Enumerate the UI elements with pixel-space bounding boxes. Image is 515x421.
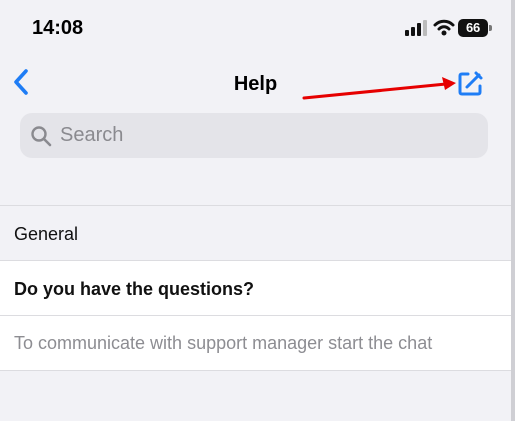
search-icon bbox=[30, 125, 52, 147]
section-header-general: General bbox=[0, 206, 511, 260]
navigation-bar: Help bbox=[0, 52, 511, 110]
list-bottom-divider bbox=[0, 370, 511, 371]
list-item-description: To communicate with support manager star… bbox=[14, 333, 433, 353]
battery-body: 66 bbox=[458, 19, 488, 37]
list-item-support-chat[interactable]: To communicate with support manager star… bbox=[0, 316, 511, 370]
battery-icon: 66 bbox=[458, 18, 494, 38]
search-input[interactable] bbox=[60, 115, 488, 156]
help-list: General Do you have the questions? To co… bbox=[0, 205, 511, 371]
battery-percentage: 66 bbox=[465, 20, 481, 35]
list-item-questions[interactable]: Do you have the questions? bbox=[0, 261, 511, 315]
page-title: Help bbox=[233, 73, 278, 95]
compose-button[interactable] bbox=[454, 70, 486, 102]
signal-icon bbox=[404, 18, 428, 38]
status-bar: 14:08 66 bbox=[0, 0, 511, 52]
battery-cap bbox=[489, 25, 492, 31]
compose-icon bbox=[455, 69, 485, 104]
search-bar[interactable] bbox=[20, 113, 488, 158]
section-title: General bbox=[14, 224, 79, 244]
status-icons: 66 bbox=[404, 18, 494, 40]
status-time: 14:08 bbox=[32, 17, 84, 39]
help-screen: 14:08 66 Help Search General Do you have… bbox=[0, 0, 511, 421]
window-edge bbox=[511, 0, 515, 421]
wifi-icon bbox=[432, 18, 456, 38]
list-item-label: Do you have the questions? bbox=[14, 279, 255, 299]
